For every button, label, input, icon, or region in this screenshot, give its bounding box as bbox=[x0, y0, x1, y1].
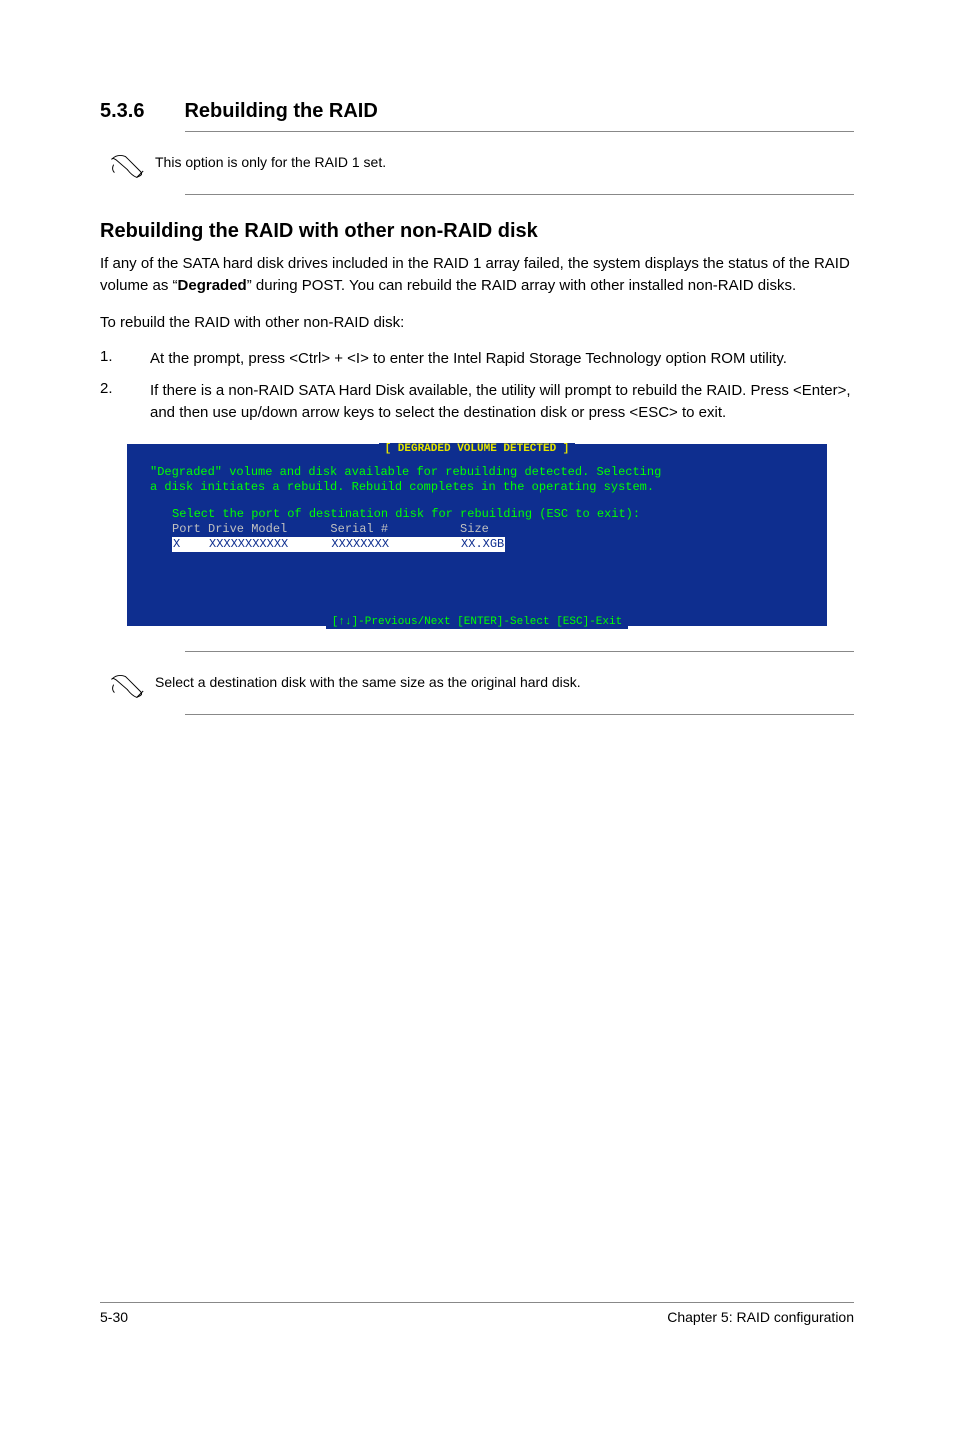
terminal-instruct: Select the port of destination disk for … bbox=[172, 507, 804, 522]
chapter-label: Chapter 5: RAID configuration bbox=[667, 1309, 854, 1325]
terminal-header-wrap: [ DEGRADED VOLUME DETECTED ] bbox=[134, 441, 820, 455]
section-title: Rebuilding the RAID bbox=[184, 100, 377, 123]
step-1: 1. At the prompt, press <Ctrl> + <I> to … bbox=[100, 348, 854, 370]
terminal-highlighted-row: X XXXXXXXXXXX XXXXXXXX XX.XGB bbox=[172, 537, 505, 552]
step-2: 2. If there is a non-RAID SATA Hard Disk… bbox=[100, 380, 854, 424]
note-block-2: Select a destination disk with the same … bbox=[100, 667, 854, 704]
paragraph-1-bold: Degraded bbox=[178, 277, 247, 294]
steps-list: 1. At the prompt, press <Ctrl> + <I> to … bbox=[100, 348, 854, 423]
page-number: 5-30 bbox=[100, 1309, 128, 1325]
terminal-footer-label: [↑↓]-Previous/Next [ENTER]-Select [ESC]-… bbox=[326, 616, 628, 630]
note-block-1: This option is only for the RAID 1 set. bbox=[100, 147, 854, 184]
separator-line-thin bbox=[185, 194, 854, 195]
separator-line bbox=[185, 131, 854, 132]
terminal-blank bbox=[150, 578, 804, 604]
paragraph-1-part2: ” during POST. You can rebuild the RAID … bbox=[247, 277, 796, 294]
separator-line-thin-2 bbox=[185, 651, 854, 652]
section-heading-row: 5.3.6 Rebuilding the RAID bbox=[100, 100, 854, 123]
spacer bbox=[150, 495, 804, 507]
terminal-col-headers: Port Drive Model Serial # Size bbox=[172, 522, 804, 537]
page-footer: 5-30 Chapter 5: RAID configuration bbox=[100, 1302, 854, 1325]
note-text-2: Select a destination disk with the same … bbox=[155, 667, 581, 693]
separator-line-thin-3 bbox=[185, 714, 854, 715]
pen-note-icon bbox=[100, 147, 155, 184]
terminal-screenshot: [ DEGRADED VOLUME DETECTED ] "Degraded" … bbox=[127, 444, 827, 626]
terminal-header-label: [ DEGRADED VOLUME DETECTED ] bbox=[379, 443, 576, 457]
section-number: 5.3.6 bbox=[100, 100, 144, 123]
terminal-inner: Select the port of destination disk for … bbox=[150, 507, 804, 552]
step-2-text: If there is a non-RAID SATA Hard Disk av… bbox=[150, 380, 854, 424]
terminal-blank bbox=[150, 552, 804, 578]
terminal-msg-line2: a disk initiates a rebuild. Rebuild comp… bbox=[150, 480, 804, 495]
step-2-number: 2. bbox=[100, 380, 150, 424]
terminal-footer-wrap: [↑↓]-Previous/Next [ENTER]-Select [ESC]-… bbox=[134, 614, 820, 628]
step-1-text: At the prompt, press <Ctrl> + <I> to ent… bbox=[150, 348, 787, 370]
terminal-row-wrap: X XXXXXXXXXXX XXXXXXXX XX.XGB bbox=[172, 537, 804, 552]
page-content: 5.3.6 Rebuilding the RAID This option is… bbox=[0, 0, 954, 1380]
terminal-msg-line1: "Degraded" volume and disk available for… bbox=[150, 465, 804, 480]
paragraph-2: To rebuild the RAID with other non-RAID … bbox=[100, 312, 854, 334]
step-1-number: 1. bbox=[100, 348, 150, 370]
paragraph-1: If any of the SATA hard disk drives incl… bbox=[100, 253, 854, 297]
note-text-1: This option is only for the RAID 1 set. bbox=[155, 147, 386, 173]
subsection-title: Rebuilding the RAID with other non-RAID … bbox=[100, 220, 854, 243]
pen-note-icon bbox=[100, 667, 155, 704]
terminal-body: "Degraded" volume and disk available for… bbox=[134, 461, 820, 610]
